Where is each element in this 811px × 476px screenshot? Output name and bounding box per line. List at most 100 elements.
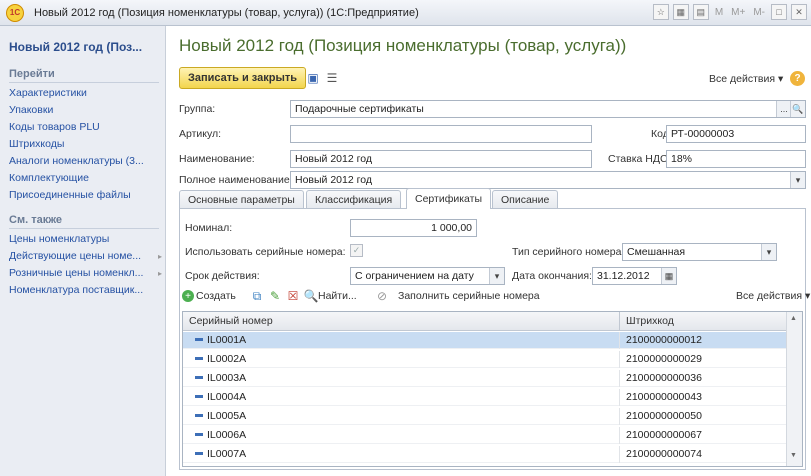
table-row[interactable]: IL0003A 2100000000036: [183, 370, 787, 387]
memory-plus-button[interactable]: M+: [729, 7, 747, 18]
calendar-icon[interactable]: ▦: [661, 268, 676, 284]
barcode-cell: 2100000000074: [619, 446, 787, 463]
vat-label: Ставка НДС:: [608, 153, 671, 165]
cancel-search-icon[interactable]: ⊘: [375, 289, 389, 303]
search-icon[interactable]: 🔍: [790, 101, 805, 117]
barcode-cell: 2100000000050: [619, 408, 787, 425]
row-icon: [195, 394, 203, 398]
app-logo-icon: 1С: [6, 3, 24, 22]
calendar-icon[interactable]: ▤: [692, 4, 709, 20]
table-row[interactable]: IL0002A 2100000000029: [183, 351, 787, 368]
pin-icon: ▸: [158, 252, 163, 261]
full-name-label: Полное наименование:: [179, 174, 293, 186]
calculator-icon[interactable]: ▦: [672, 4, 689, 20]
document-icon[interactable]: ☰: [325, 70, 339, 86]
divider: [9, 228, 159, 229]
fill-serial-button[interactable]: Заполнить серийные номера: [398, 290, 540, 302]
sidebar-item-supplier-items[interactable]: Номенклатура поставщик...: [9, 284, 143, 296]
title-bar: 1С Новый 2012 год (Позиция номенклатуры …: [0, 0, 811, 26]
sidebar-item-prices[interactable]: Цены номенклатуры: [9, 233, 109, 245]
sidebar-item-current-prices[interactable]: Действующие цены номе...: [9, 250, 141, 262]
serial-cell: IL0002A: [183, 351, 619, 368]
section-see-also: См. также: [9, 214, 62, 226]
article-field[interactable]: [290, 125, 592, 143]
sidebar-item-analogs[interactable]: Аналоги номенклатуры (3...: [9, 155, 144, 167]
row-icon: [195, 375, 203, 379]
sidebar-item-characteristics[interactable]: Характеристики: [9, 87, 87, 99]
row-icon: [195, 451, 203, 455]
table-row[interactable]: IL0004A 2100000000043: [183, 389, 787, 406]
column-header-barcode[interactable]: Штрихкод: [619, 312, 787, 331]
end-date-label: Дата окончания:: [512, 270, 592, 282]
sidebar-item-barcodes[interactable]: Штрихкоды: [9, 138, 64, 150]
sidebar-item-packages[interactable]: Упаковки: [9, 104, 53, 116]
save-icon[interactable]: ▣: [305, 70, 321, 86]
full-name-field[interactable]: Новый 2012 год: [290, 171, 806, 189]
validity-field[interactable]: С ограничением на дату: [350, 267, 505, 285]
serial-value: IL0004A: [207, 391, 247, 403]
maximize-icon[interactable]: □: [771, 4, 787, 20]
all-actions-menu[interactable]: Все действия ▾: [709, 73, 783, 85]
table-row[interactable]: IL0006A 2100000000067: [183, 427, 787, 444]
memory-minus-button[interactable]: M-: [751, 7, 767, 18]
serial-value: IL0005A: [207, 410, 247, 422]
serial-numbers-table: Серийный номер Штрихкод IL0001A 210000000…: [182, 311, 803, 467]
serial-cell: IL0007A: [183, 446, 619, 463]
save-and-close-button[interactable]: Записать и закрыть: [179, 67, 307, 89]
table-all-actions-menu[interactable]: Все действия ▾: [736, 290, 810, 302]
copy-icon[interactable]: ⧉: [250, 289, 264, 303]
search-icon: 🔍: [303, 289, 319, 303]
sidebar-title: Новый 2012 год (Поз...: [9, 40, 143, 54]
scroll-down-icon[interactable]: ▼: [790, 452, 797, 459]
serial-cell: IL0006A: [183, 427, 619, 444]
serial-cell: IL0005A: [183, 408, 619, 425]
delete-icon[interactable]: ☒: [286, 289, 300, 303]
nominal-label: Номинал:: [185, 222, 233, 234]
serial-cell: IL0001A: [183, 332, 619, 349]
create-button[interactable]: Создать: [196, 290, 236, 302]
column-header-serial[interactable]: Серийный номер: [183, 312, 619, 331]
edit-icon[interactable]: ✎: [268, 289, 282, 303]
section-go: Перейти: [9, 68, 55, 80]
use-serial-label: Использовать серийные номера:: [185, 246, 346, 258]
window-title: Новый 2012 год (Позиция номенклатуры (то…: [34, 6, 419, 19]
article-label: Артикул:: [179, 128, 222, 140]
tab-description[interactable]: Описание: [492, 190, 559, 209]
table-row[interactable]: IL0007A 2100000000074: [183, 446, 787, 463]
nominal-field[interactable]: 1 000,00: [350, 219, 477, 237]
name-field[interactable]: Новый 2012 год: [290, 150, 592, 168]
memory-button[interactable]: M: [713, 7, 725, 18]
tab-certificates[interactable]: Сертификаты: [406, 188, 491, 209]
find-button[interactable]: Найти...: [318, 290, 357, 302]
scroll-up-icon[interactable]: ▲: [790, 315, 797, 322]
code-field[interactable]: РТ-00000003: [666, 125, 806, 143]
barcode-cell: 2100000000029: [619, 351, 787, 368]
sidebar-item-plu-codes[interactable]: Коды товаров PLU: [9, 121, 100, 133]
serial-cell: IL0003A: [183, 370, 619, 387]
star-icon[interactable]: ☆: [652, 4, 669, 20]
help-icon[interactable]: ?: [790, 71, 805, 86]
vat-field[interactable]: 18%: [666, 150, 806, 168]
sidebar-item-retail-prices[interactable]: Розничные цены номенкл...: [9, 267, 143, 279]
chevron-down-icon[interactable]: ▾: [790, 172, 805, 188]
tab-main-params[interactable]: Основные параметры: [179, 190, 304, 209]
chevron-down-icon[interactable]: ▾: [761, 244, 776, 260]
table-row[interactable]: IL0005A 2100000000050: [183, 408, 787, 425]
use-serial-checkbox[interactable]: ✓: [350, 244, 363, 257]
divider: [9, 82, 159, 83]
close-icon[interactable]: ✕: [791, 4, 807, 20]
table-row[interactable]: IL0001A 2100000000012: [183, 332, 787, 349]
serial-type-field[interactable]: Смешанная: [622, 243, 777, 261]
pin-icon: ▸: [158, 269, 163, 278]
add-icon: +: [182, 290, 194, 302]
navigation-panel: Новый 2012 год (Поз... Перейти Характери…: [0, 26, 166, 476]
row-icon: [195, 413, 203, 417]
tab-classification[interactable]: Классификация: [306, 190, 402, 209]
serial-value: IL0002A: [207, 353, 247, 365]
chevron-down-icon[interactable]: ▾: [489, 268, 504, 284]
group-field[interactable]: Подарочные сертификаты: [290, 100, 806, 118]
sidebar-item-components[interactable]: Комплектующие: [9, 172, 89, 184]
sidebar-item-attached-files[interactable]: Присоединенные файлы: [9, 189, 131, 201]
vertical-scrollbar[interactable]: ▲ ▼: [786, 312, 802, 466]
select-button[interactable]: ...: [776, 101, 791, 117]
